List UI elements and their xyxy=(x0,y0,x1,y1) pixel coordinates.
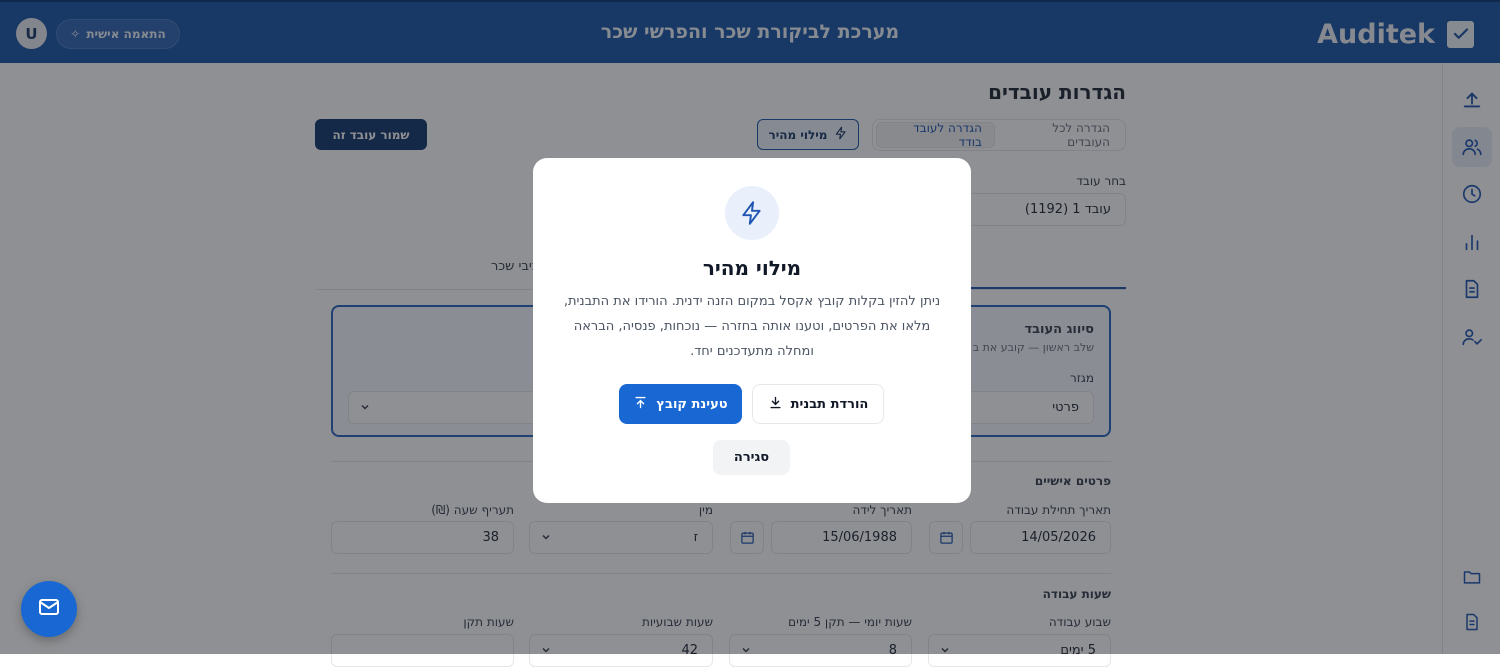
lightning-icon xyxy=(725,186,779,240)
upload-icon xyxy=(633,395,648,414)
mail-icon xyxy=(37,595,61,623)
contact-mail-button[interactable] xyxy=(21,581,77,637)
dialog-title: מילוי מהיר xyxy=(702,256,802,280)
dialog-description: ניתן להזין בקלות קובץ אקסל במקום הזנה יד… xyxy=(563,294,941,359)
upload-file-button[interactable]: טעינת קובץ xyxy=(619,384,742,424)
upload-file-label: טעינת קובץ xyxy=(656,396,728,412)
close-dialog-button[interactable]: סגירה xyxy=(713,440,790,475)
download-template-button[interactable]: הורדת תבנית xyxy=(752,384,884,424)
download-template-label: הורדת תבנית xyxy=(790,396,869,412)
quick-fill-dialog: מילוי מהיר ניתן להזין בקלות קובץ אקסל במ… xyxy=(533,158,971,503)
download-icon xyxy=(768,395,783,414)
